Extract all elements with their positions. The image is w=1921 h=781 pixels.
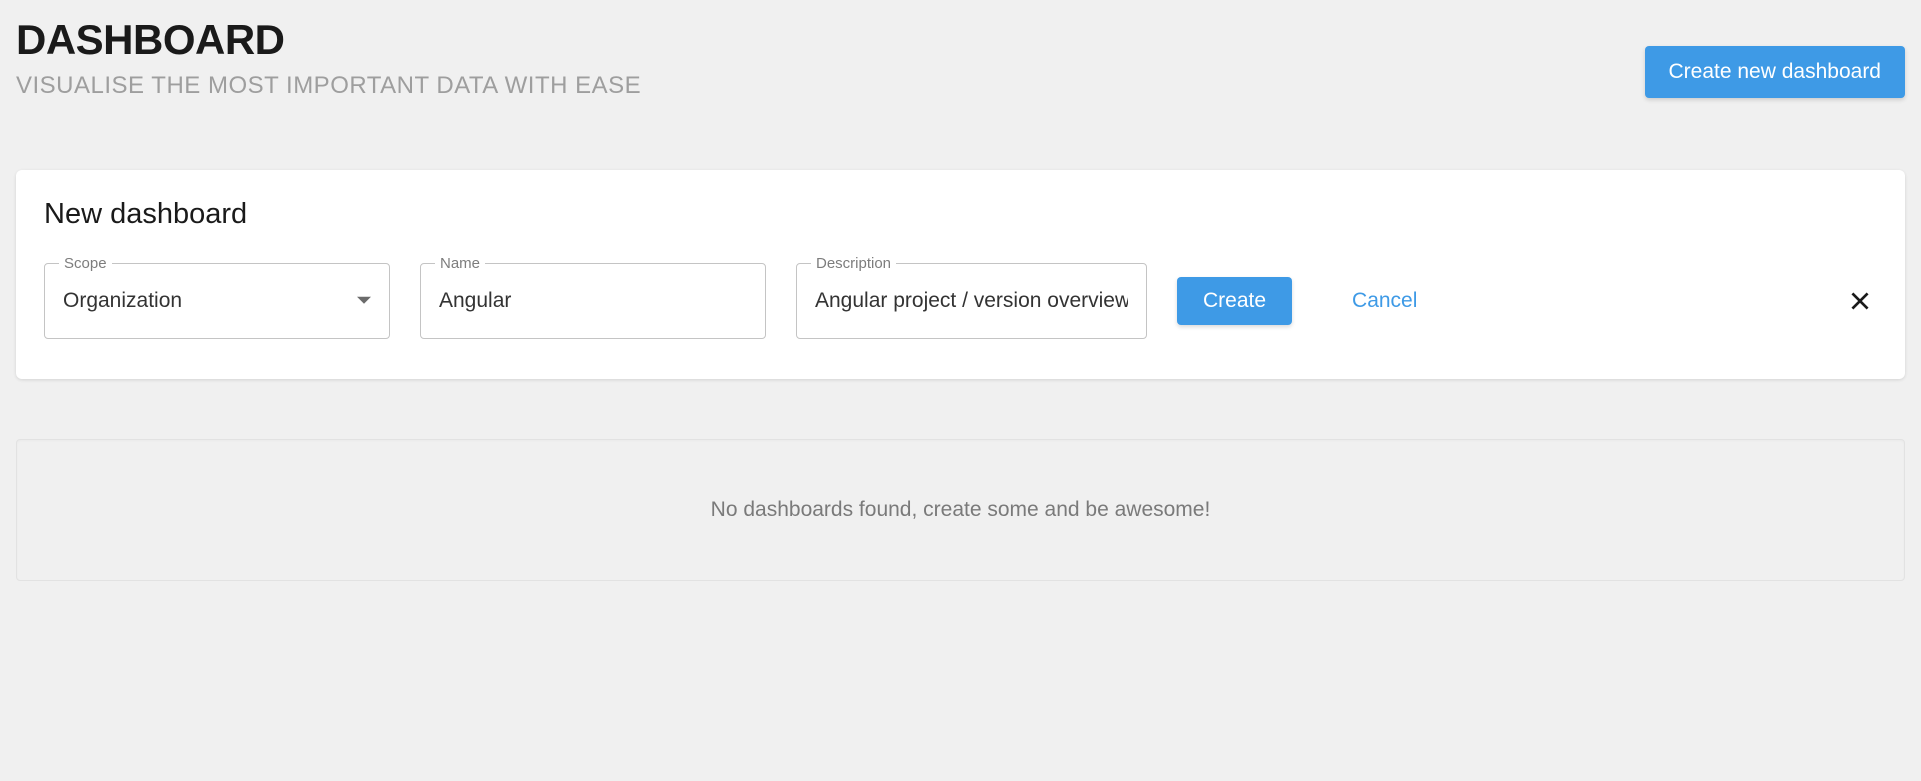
scope-label: Scope: [59, 255, 112, 272]
create-button[interactable]: Create: [1177, 277, 1292, 325]
page-title: DASHBOARD: [16, 16, 1645, 64]
page-subtitle: VISUALISE THE MOST IMPORTANT DATA WITH E…: [16, 72, 1645, 100]
description-label: Description: [811, 255, 896, 272]
cancel-button[interactable]: Cancel: [1342, 277, 1427, 325]
new-dashboard-panel: New dashboard Scope Organization Name De…: [16, 170, 1905, 379]
description-field-wrapper: Description: [796, 263, 1147, 339]
empty-state-message: No dashboards found, create some and be …: [37, 498, 1884, 522]
name-field-wrapper: Name: [420, 263, 766, 339]
name-input[interactable]: [439, 289, 747, 313]
panel-title: New dashboard: [44, 198, 1877, 231]
close-button[interactable]: [1843, 284, 1877, 318]
close-icon: [1847, 288, 1873, 314]
empty-state-panel: No dashboards found, create some and be …: [16, 439, 1905, 581]
name-label: Name: [435, 255, 485, 272]
create-new-dashboard-button[interactable]: Create new dashboard: [1645, 46, 1905, 98]
scope-value: Organization: [63, 289, 371, 313]
scope-select[interactable]: Scope Organization: [44, 263, 390, 339]
chevron-down-icon: [357, 297, 371, 304]
description-input[interactable]: [815, 289, 1128, 313]
